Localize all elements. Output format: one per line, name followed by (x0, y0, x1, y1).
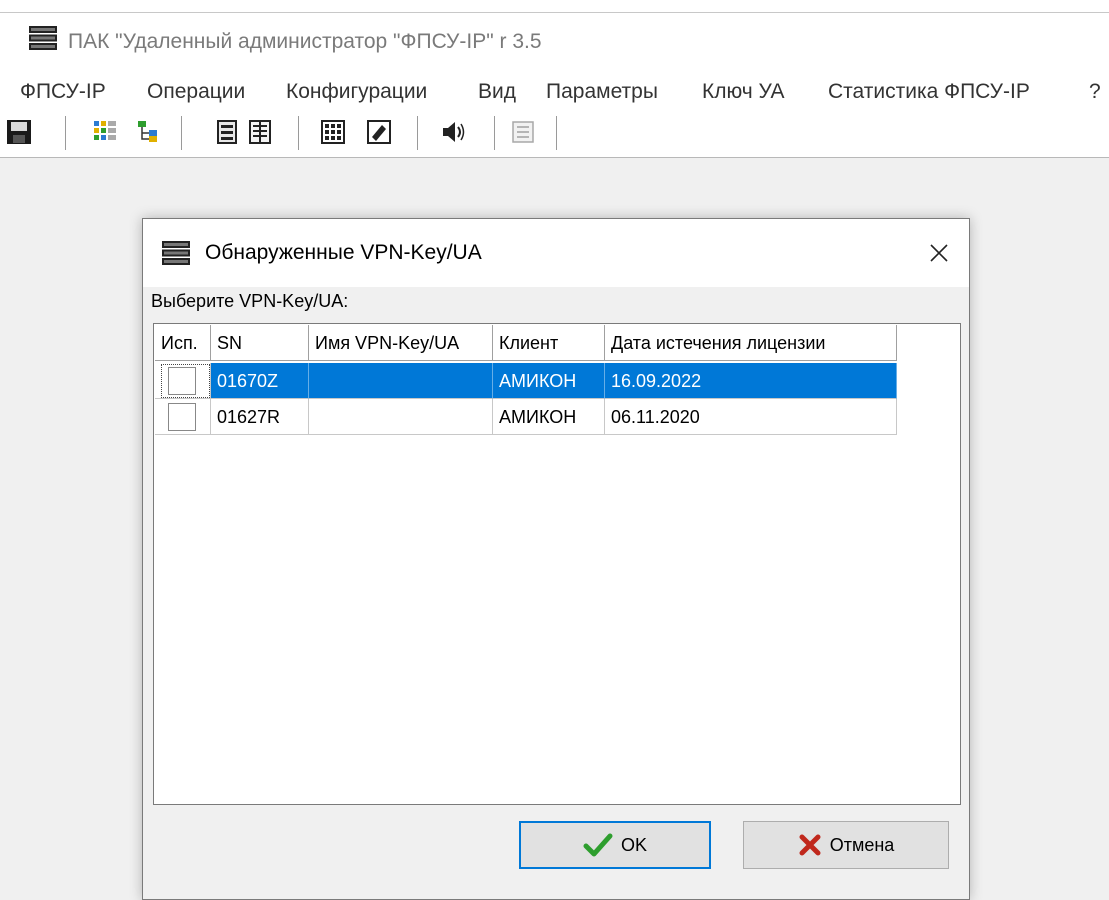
menu-operations[interactable]: Операции (147, 80, 245, 104)
cancel-button[interactable]: Отмена (743, 821, 949, 869)
disabled-panel-button[interactable] (508, 117, 538, 147)
app-title: ПАК "Удаленный администратор "ФПСУ-IP" r… (68, 30, 542, 53)
disabled-panel-icon (512, 121, 534, 143)
toolbar-separator (181, 116, 182, 150)
vpn-key-list[interactable]: Исп. SN Имя VPN-Key/UA Клиент Дата истеч… (153, 323, 961, 805)
client-cell: АМИКОН (493, 363, 605, 399)
column-header-expires[interactable]: Дата истечения лицензии (605, 325, 897, 361)
toolbar-separator (494, 116, 495, 150)
client-cell: АМИКОН (493, 399, 605, 435)
dialog-title: Обнаруженные VPN-Key/UA (205, 241, 482, 264)
save-button[interactable] (4, 117, 34, 147)
toolbar (0, 111, 1109, 158)
column-header-client[interactable]: Клиент (493, 325, 605, 361)
cancel-button-label: Отмена (829, 834, 895, 855)
checkmark-icon (583, 833, 613, 857)
toolbar-separator (65, 116, 66, 150)
used-checkbox[interactable] (168, 403, 196, 431)
name-cell (309, 363, 493, 399)
menu-configurations[interactable]: Конфигурации (286, 80, 427, 104)
keypad-button[interactable] (318, 117, 348, 147)
expires-cell: 16.09.2022 (605, 363, 897, 399)
column-header-name[interactable]: Имя VPN-Key/UA (309, 325, 493, 361)
sn-cell: 01627R (211, 399, 309, 435)
server-rack-icon (29, 26, 57, 50)
tree-view-icon (138, 121, 157, 142)
menu-help[interactable]: ? (1089, 80, 1101, 104)
ok-button-label: OK (620, 834, 647, 855)
menu-key-ua[interactable]: Ключ УА (702, 80, 785, 104)
device-list-icon (249, 120, 271, 144)
menu-fpsu-ip[interactable]: ФПСУ-IP (20, 80, 106, 104)
ok-button[interactable]: OK (519, 821, 711, 869)
focus-rect (160, 363, 211, 399)
column-header-used[interactable]: Исп. (155, 325, 211, 361)
menu-parameters[interactable]: Параметры (546, 80, 658, 104)
dialog-prompt: Выберите VPN-Key/UA: (151, 291, 349, 311)
edit-document-icon (367, 120, 391, 144)
menu-statistics[interactable]: Статистика ФПСУ-IP (828, 80, 1030, 104)
toolbar-separator (298, 116, 299, 150)
device-list-button[interactable] (245, 117, 275, 147)
menu-view[interactable]: Вид (478, 80, 516, 104)
column-header-sn[interactable]: SN (211, 325, 309, 361)
expires-cell: 06.11.2020 (605, 399, 897, 435)
device-button[interactable] (212, 117, 242, 147)
vpn-key-dialog: Обнаруженные VPN-Key/UA Выберите VPN-Key… (142, 218, 970, 900)
close-icon (930, 244, 948, 262)
toolbar-separator (417, 116, 418, 150)
sound-button[interactable] (438, 117, 468, 147)
device-icon (217, 120, 237, 144)
save-icon (7, 120, 31, 144)
tree-view-button[interactable] (133, 117, 163, 147)
sound-icon (443, 122, 465, 142)
keypad-icon (321, 120, 345, 144)
grid-view-button[interactable] (90, 117, 120, 147)
close-button[interactable] (919, 233, 959, 273)
edit-document-button[interactable] (364, 117, 394, 147)
name-cell (309, 399, 493, 435)
cross-icon (799, 834, 821, 856)
window-top-edge (0, 0, 1109, 13)
toolbar-separator (556, 116, 557, 150)
grid-view-icon (94, 121, 116, 140)
used-cell (155, 399, 211, 435)
sn-cell: 01670Z (211, 363, 309, 399)
server-rack-icon (162, 241, 190, 265)
